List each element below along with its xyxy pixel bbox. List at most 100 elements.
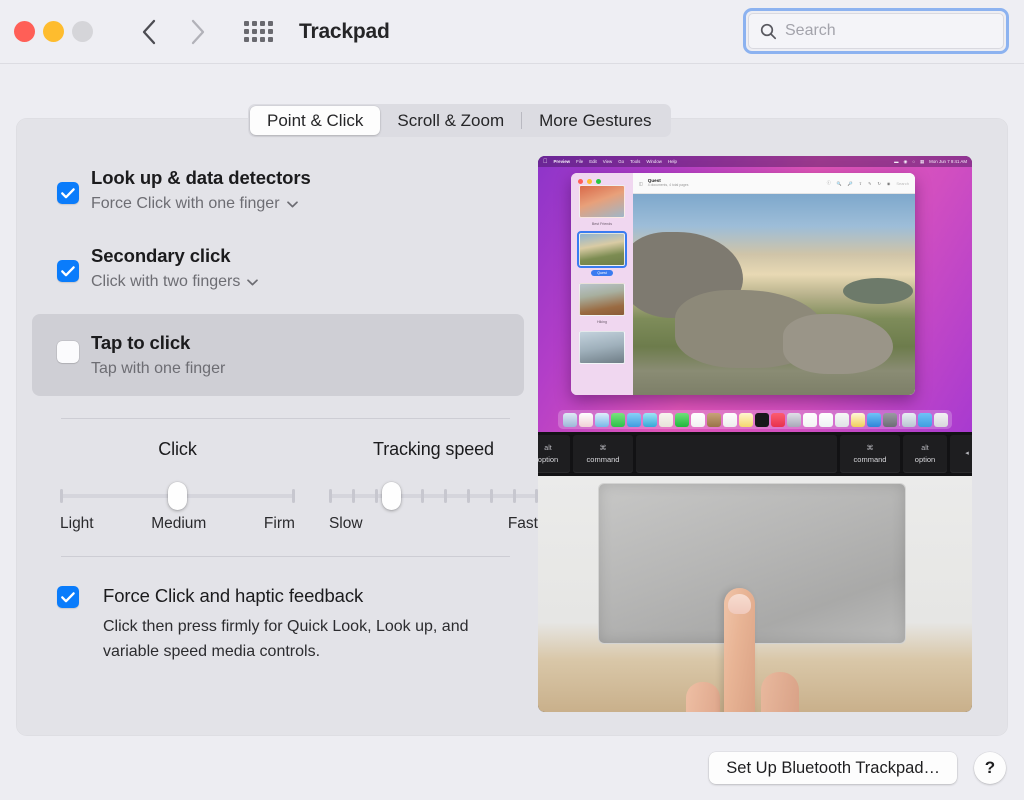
- option-title-tap-to-click: Tap to click: [91, 330, 225, 356]
- menubar-item: File: [576, 159, 583, 164]
- demo-thumbnail: [579, 185, 625, 218]
- tracking-slider-tick: [421, 489, 424, 503]
- demo-trackpad-photo: [538, 476, 972, 712]
- click-slider-label-medium: Medium: [151, 515, 206, 533]
- forward-arrow-icon[interactable]: [185, 17, 211, 47]
- demo-document-area: ◫ Quest 4 documents, 4 total pages ⓘ 🔍 🔎: [633, 173, 915, 395]
- minimize-button[interactable]: [43, 21, 64, 42]
- option-row-tap-to-click[interactable]: Tap to click Tap with one finger: [32, 314, 524, 396]
- dock-icon-pages: [851, 413, 865, 427]
- tracking-slider-tick: [444, 489, 447, 503]
- traffic-lights: [14, 21, 93, 42]
- rotate-icon: ↻: [877, 181, 880, 186]
- demo-desktop-screen:  Preview File Edit View Go Tools Window…: [538, 156, 972, 432]
- dock-icon-stocks: [819, 413, 833, 427]
- demo-finger-left: [686, 682, 720, 712]
- dock-icon-tv: [755, 413, 769, 427]
- click-slider-tick: [60, 489, 63, 503]
- tracking-slider-track[interactable]: [329, 482, 538, 508]
- apple-menu-icon: : [543, 159, 548, 165]
- dock-icon-trash: [934, 413, 948, 427]
- checkmark-icon: [61, 266, 75, 277]
- demo-thumbnail: [579, 331, 625, 364]
- tab-more-gestures[interactable]: More Gestures: [522, 106, 668, 135]
- dock-icon-reminders: [723, 413, 737, 427]
- dock-icon-mail: [627, 413, 641, 427]
- option-dropdown-look-up[interactable]: Force Click with one finger: [91, 191, 298, 216]
- demo-fingernail: [728, 594, 751, 614]
- tracking-slider-labels: Slow Fast: [329, 515, 538, 533]
- settings-column: Look up & data detectors Force Click wit…: [16, 118, 538, 736]
- tracking-slider-tick: [490, 489, 493, 503]
- dock-icon-contacts: [707, 413, 721, 427]
- back-arrow-icon[interactable]: [135, 17, 161, 47]
- dock-icon-numbers: [835, 413, 849, 427]
- demo-preview-app-window: Best Friends Quest Hiking ◫ Quest: [571, 173, 915, 395]
- menubar-item: Go: [618, 159, 624, 164]
- click-slider-label-firm: Firm: [264, 515, 295, 533]
- tracking-slider-label-slow: Slow: [329, 515, 363, 533]
- checkbox-force-click[interactable]: [57, 586, 79, 608]
- search-input[interactable]: [785, 22, 975, 40]
- tracking-slider-label: Tracking speed: [329, 439, 538, 460]
- demo-key-command-right: ⌘ command: [840, 435, 900, 473]
- menubar-status-area: ▬ ◉ ○ ▦ Mon Jun 7 9:41 AM: [894, 159, 967, 165]
- tracking-slider-tick: [375, 489, 378, 503]
- checkbox-secondary-click[interactable]: [57, 260, 79, 282]
- menubar-item: Edit: [589, 159, 597, 164]
- demo-thumbnail-caption: Quest: [591, 270, 613, 276]
- tracking-slider-knob[interactable]: [382, 482, 401, 510]
- menubar-item: Help: [668, 159, 677, 164]
- option-subtitle-secondary-click: Click with two fingers: [91, 269, 240, 294]
- dock-icon-photos: [659, 413, 673, 427]
- search-field-focus-ring: [743, 8, 1009, 54]
- demo-menubar:  Preview File Edit View Go Tools Window…: [538, 156, 972, 167]
- dock-icon-folder: [918, 413, 932, 427]
- option-dropdown-secondary-click[interactable]: Click with two fingers: [91, 269, 258, 294]
- search-field[interactable]: [748, 13, 1004, 49]
- dock-icon-maps: [643, 413, 657, 427]
- dock-icon-downloads: [902, 413, 916, 427]
- tab-scroll-and-zoom[interactable]: Scroll & Zoom: [380, 106, 521, 135]
- dock-icon-finder: [563, 413, 577, 427]
- info-icon: ⓘ: [827, 180, 831, 186]
- tracking-slider-tick: [329, 489, 332, 503]
- tracking-slider-tick: [513, 489, 516, 503]
- click-slider-knob[interactable]: [168, 482, 187, 510]
- checkbox-look-up[interactable]: [57, 182, 79, 204]
- close-button[interactable]: [14, 21, 35, 42]
- click-slider-tick: [292, 489, 295, 503]
- option-row-look-up[interactable]: Look up & data detectors Force Click wit…: [32, 155, 524, 225]
- menubar-item: View: [603, 159, 612, 164]
- menubar-clock: Mon Jun 7 9:41 AM: [929, 159, 967, 164]
- help-button[interactable]: ?: [974, 752, 1006, 784]
- dock-separator: [899, 414, 900, 426]
- show-all-preferences-icon[interactable]: [244, 21, 273, 42]
- bottom-bar: Set Up Bluetooth Trackpad… ?: [0, 736, 1024, 800]
- dock-icon-news: [803, 413, 817, 427]
- zoom-button[interactable]: [72, 21, 93, 42]
- spotlight-icon: ○: [912, 159, 915, 164]
- demo-key-command-left: ⌘ command: [573, 435, 633, 473]
- dock-icon-app-store: [867, 413, 881, 427]
- checkbox-tap-to-click[interactable]: [57, 341, 79, 363]
- navigation-arrows: [135, 17, 211, 47]
- option-title-secondary-click: Secondary click: [91, 243, 258, 269]
- demo-thumbnail-caption: Best Friends: [576, 222, 628, 226]
- click-slider-track[interactable]: [60, 482, 295, 508]
- menubar-item: Window: [646, 159, 662, 164]
- set-up-bluetooth-trackpad-button[interactable]: Set Up Bluetooth Trackpad…: [709, 752, 957, 784]
- tab-point-and-click[interactable]: Point & Click: [250, 106, 380, 135]
- sidebar-toggle-icon: ◫: [639, 181, 643, 186]
- demo-key-option-left: alt option: [538, 435, 570, 473]
- tracking-slider-tick: [352, 489, 355, 503]
- option-row-secondary-click[interactable]: Secondary click Click with two fingers: [32, 233, 524, 303]
- tab-bar: Point & Click Scroll & Zoom More Gesture…: [248, 104, 671, 137]
- preferences-panel: Look up & data detectors Force Click wit…: [16, 118, 1008, 736]
- click-slider-label-light: Light: [60, 515, 94, 533]
- demo-landscape-photo: [633, 194, 915, 395]
- zoom-in-icon: 🔎: [848, 181, 853, 186]
- option-title-look-up: Look up & data detectors: [91, 165, 311, 191]
- dock-icon-launchpad: [579, 413, 593, 427]
- tracking-slider-block: Tracking speed: [329, 439, 538, 533]
